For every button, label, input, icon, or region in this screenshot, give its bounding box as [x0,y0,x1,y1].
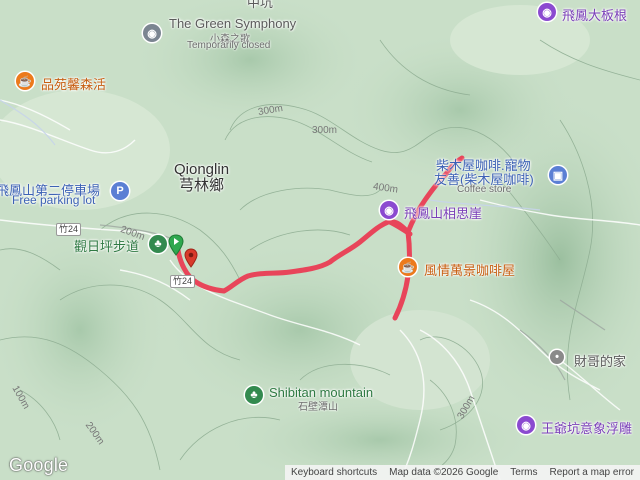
keyboard-shortcuts-link[interactable]: Keyboard shortcuts [285,467,383,478]
town-name-en: Qionglin [174,161,230,178]
town-name-zh: 芎林鄉 [179,177,225,194]
attraction-icon-xiangsiya[interactable]: ◉ [380,201,398,219]
cafe-icon[interactable]: ☕ [16,72,34,90]
shopping-bag-icon[interactable]: ▣ [549,166,567,184]
poi-shibitan-zh: 石壁潭山 [298,402,338,413]
start-marker[interactable] [168,234,184,261]
terms-link[interactable]: Terms [504,467,543,478]
attraction-icon[interactable]: ◉ [143,24,161,42]
poi-pinyuan[interactable]: 品苑馨森活 [41,74,106,93]
poi-caige[interactable]: 財哥的家 [574,351,626,370]
contour-label-300-b: 300m [312,125,338,136]
poi-feifeng-board[interactable]: 飛鳳大板根 [562,5,627,24]
report-map-error-link[interactable]: Report a map error [544,467,640,478]
end-marker[interactable] [184,248,198,273]
poi-guanri-trail[interactable]: 觀日坪步道 [74,236,139,255]
map-canvas[interactable]: 300m 300m 400m 200m 200m 100m 300m 竹24 竹… [0,0,640,480]
poi-green-symphony-status: Temporarily closed [187,40,271,51]
park-icon-shibitan[interactable]: ♣ [245,386,263,404]
town-label-top-partial: 中坑 [247,0,274,10]
poi-parking-en: Free parking lot [12,193,96,207]
poi-green-symphony[interactable]: The Green Symphony [169,16,296,31]
poi-fengqing-cafe[interactable]: 風情萬景咖啡屋 [424,260,515,279]
poi-chai-cafe-category: Coffee store [457,184,512,195]
poi-wangyekeng[interactable]: 王爺坑意象浮雕 [541,418,632,437]
road-badge-route-24: 竹24 [56,223,82,236]
road-badge-route-24-second: 竹24 [170,275,196,288]
parking-icon[interactable]: P [111,182,129,200]
cafe-icon-fengqing[interactable]: ☕ [399,258,417,276]
map-data-text: Map data ©2026 Google [389,467,499,478]
attribution-bar: Keyboard shortcuts Map data ©2026 Google… [284,465,640,480]
attraction-icon-wangyekeng[interactable]: ◉ [517,416,535,434]
town-label-qionglin: Qionglin 芎林鄉 [174,162,229,194]
google-logo: Google [9,455,69,475]
attraction-icon-feifeng-board[interactable]: ◉ [538,3,556,21]
place-icon[interactable]: • [550,350,564,364]
poi-xiangsiya[interactable]: 飛鳳山相思崖 [404,203,482,222]
park-icon[interactable]: ♣ [149,235,167,253]
